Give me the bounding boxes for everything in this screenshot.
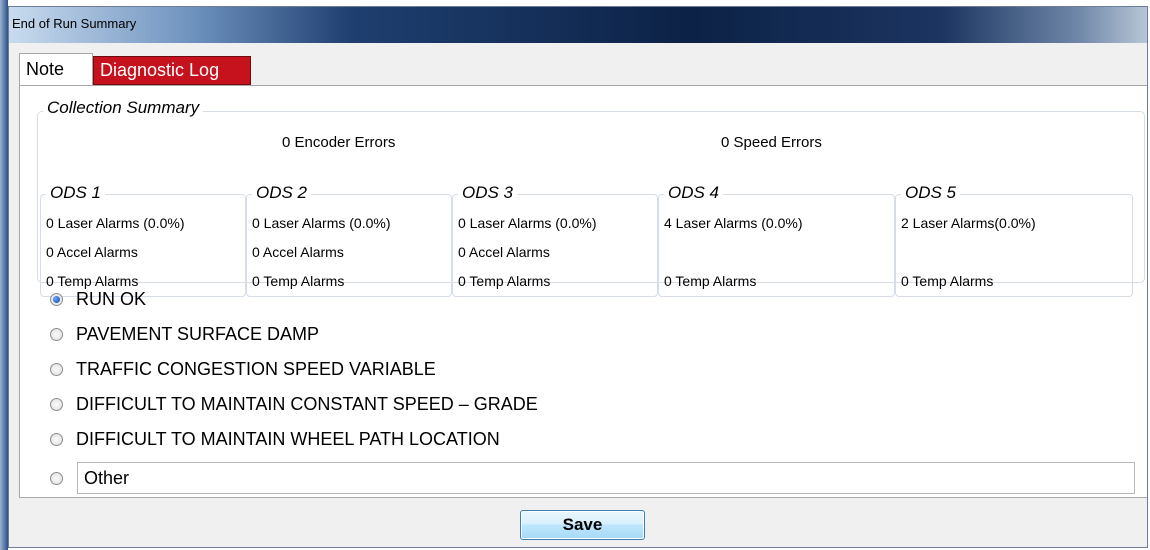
save-button[interactable]: Save — [520, 510, 645, 540]
ods-3-laser-alarms: 0 Laser Alarms (0.0%) — [458, 215, 597, 231]
ods-2-accel-alarms: 0 Accel Alarms — [252, 244, 344, 260]
tab-note[interactable]: Note — [19, 53, 93, 85]
window-left-edge — [0, 0, 8, 550]
ods-2-temp-alarms: 0 Temp Alarms — [252, 273, 345, 289]
ods-1-title: ODS 1 — [46, 183, 106, 203]
ods-5-group: ODS 5 2 Laser Alarms(0.0%) 0 Temp Alarms — [895, 183, 1133, 297]
option-other[interactable] — [50, 465, 63, 491]
option-constant-speed-grade[interactable]: DIFFICULT TO MAINTAIN CONSTANT SPEED – G… — [50, 391, 538, 417]
radio-button[interactable] — [50, 327, 63, 341]
tab-diagnostic-log[interactable]: Diagnostic Log — [93, 56, 251, 85]
radio-button[interactable] — [50, 432, 63, 446]
title-bar[interactable]: End of Run Summary — [9, 7, 1147, 43]
option-pavement-surface-damp[interactable]: PAVEMENT SURFACE DAMP — [50, 321, 319, 347]
ods-5-temp-alarms: 0 Temp Alarms — [901, 273, 994, 289]
radio-button[interactable] — [50, 471, 63, 485]
radio-button[interactable] — [50, 397, 63, 411]
ods-3-accel-alarms: 0 Accel Alarms — [458, 244, 550, 260]
option-label: RUN OK — [76, 288, 147, 309]
ods-1-group: ODS 1 0 Laser Alarms (0.0%) 0 Accel Alar… — [40, 183, 246, 297]
ods-3-title: ODS 3 — [458, 183, 518, 203]
option-traffic-congestion[interactable]: TRAFFIC CONGESTION SPEED VARIABLE — [50, 356, 436, 382]
ods-4-temp-alarms: 0 Temp Alarms — [664, 273, 757, 289]
option-label: DIFFICULT TO MAINTAIN WHEEL PATH LOCATIO… — [76, 428, 500, 449]
ods-5-laser-alarms: 2 Laser Alarms(0.0%) — [901, 215, 1036, 231]
collection-summary-legend: Collection Summary — [43, 98, 204, 118]
ods-4-group: ODS 4 4 Laser Alarms (0.0%) 0 Temp Alarm… — [658, 183, 895, 297]
ods-4-laser-alarms: 4 Laser Alarms (0.0%) — [664, 215, 803, 231]
option-label: PAVEMENT SURFACE DAMP — [76, 323, 320, 344]
encoder-errors: 0 Encoder Errors — [282, 134, 396, 151]
end-of-run-dialog: End of Run Summary Note Diagnostic Log C… — [8, 6, 1148, 548]
ods-3-group: ODS 3 0 Laser Alarms (0.0%) 0 Accel Alar… — [452, 183, 658, 297]
option-run-ok[interactable]: RUN OK — [50, 286, 146, 312]
collection-summary-group: Collection Summary 0 Encoder Errors 0 Sp… — [37, 98, 1145, 297]
ods-2-laser-alarms: 0 Laser Alarms (0.0%) — [252, 215, 391, 231]
note-tab-panel: Collection Summary 0 Encoder Errors 0 Sp… — [19, 85, 1147, 498]
speed-errors: 0 Speed Errors — [721, 134, 822, 151]
ods-4-title: ODS 4 — [664, 183, 724, 203]
ods-2-title: ODS 2 — [252, 183, 312, 203]
option-wheel-path-location[interactable]: DIFFICULT TO MAINTAIN WHEEL PATH LOCATIO… — [50, 426, 500, 452]
option-label: TRAFFIC CONGESTION SPEED VARIABLE — [76, 358, 436, 379]
radio-button[interactable] — [50, 292, 63, 306]
ods-3-temp-alarms: 0 Temp Alarms — [458, 273, 551, 289]
window-title: End of Run Summary — [12, 16, 137, 31]
ods-1-accel-alarms: 0 Accel Alarms — [46, 244, 138, 260]
other-text-field[interactable] — [77, 462, 1135, 494]
ods-1-laser-alarms: 0 Laser Alarms (0.0%) — [46, 215, 185, 231]
radio-button[interactable] — [50, 362, 63, 376]
option-label: DIFFICULT TO MAINTAIN CONSTANT SPEED – G… — [76, 393, 538, 414]
ods-5-title: ODS 5 — [901, 183, 961, 203]
ods-2-group: ODS 2 0 Laser Alarms (0.0%) 0 Accel Alar… — [246, 183, 452, 297]
